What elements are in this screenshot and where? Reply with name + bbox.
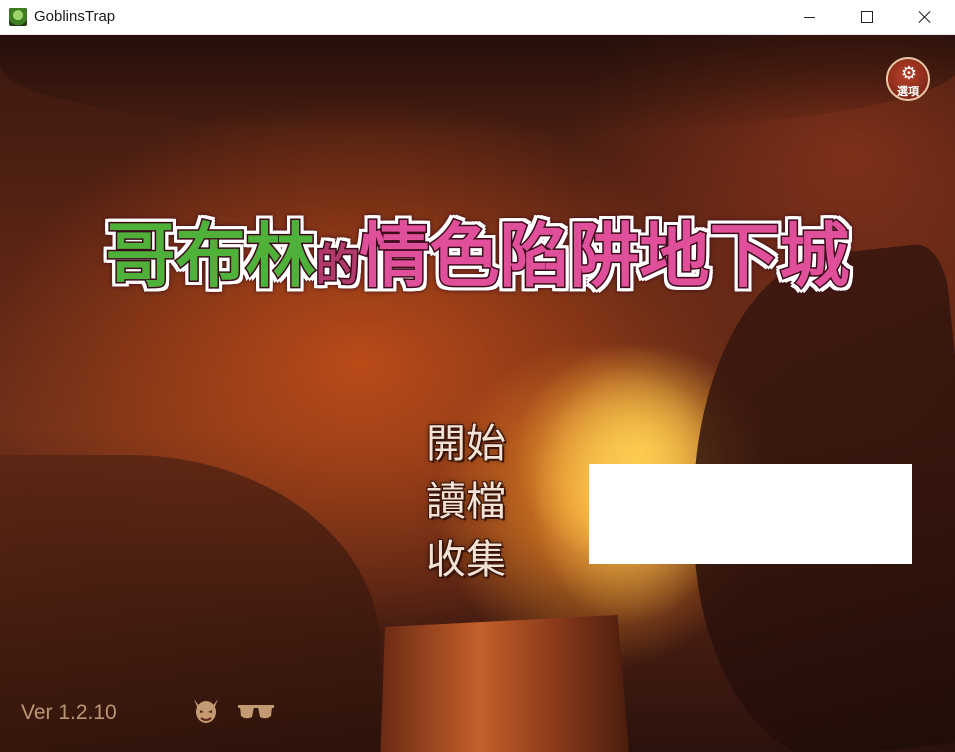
gear-icon: ⚙ bbox=[900, 63, 918, 84]
menu-load-button[interactable]: 讀檔 bbox=[426, 473, 536, 531]
window-title: GoblinsTrap bbox=[34, 8, 116, 25]
maximize-button[interactable] bbox=[838, 0, 896, 34]
close-icon bbox=[918, 10, 932, 24]
game-logo: 哥布林的情色陷阱地下城 bbox=[100, 198, 855, 303]
logo-part-goblin: 哥布林 bbox=[104, 214, 317, 299]
minimize-icon bbox=[803, 16, 815, 18]
close-button[interactable] bbox=[896, 0, 954, 34]
app-window: GoblinsTrap 哥布林的情色陷阱地下城 開始 讀檔 收集 ⚙ 選項 Ve… bbox=[0, 0, 955, 752]
logo-part-of: 的 bbox=[314, 239, 361, 293]
redacted-area bbox=[589, 464, 912, 564]
settings-label: 選項 bbox=[897, 85, 919, 98]
maximize-icon bbox=[861, 11, 873, 23]
stone-pillar bbox=[380, 615, 630, 752]
sunglasses-icon[interactable] bbox=[236, 699, 276, 723]
minimize-button[interactable] bbox=[780, 0, 838, 34]
devil-icon[interactable] bbox=[190, 695, 222, 727]
settings-button[interactable]: ⚙ 選項 bbox=[886, 57, 930, 101]
logo-part-dungeon: 情色陷阱地下城 bbox=[358, 214, 851, 299]
goblin-app-icon bbox=[9, 8, 27, 26]
version-label: Ver 1.2.10 bbox=[21, 701, 117, 724]
game-viewport[interactable]: 哥布林的情色陷阱地下城 開始 讀檔 收集 ⚙ 選項 Ver 1.2.10 bbox=[0, 35, 955, 752]
main-menu: 開始 讀檔 收集 bbox=[426, 415, 536, 589]
title-bar[interactable]: GoblinsTrap bbox=[0, 0, 955, 35]
menu-start-button[interactable]: 開始 bbox=[426, 415, 536, 473]
cave-ceiling bbox=[0, 35, 955, 135]
menu-collection-button[interactable]: 收集 bbox=[426, 531, 536, 589]
